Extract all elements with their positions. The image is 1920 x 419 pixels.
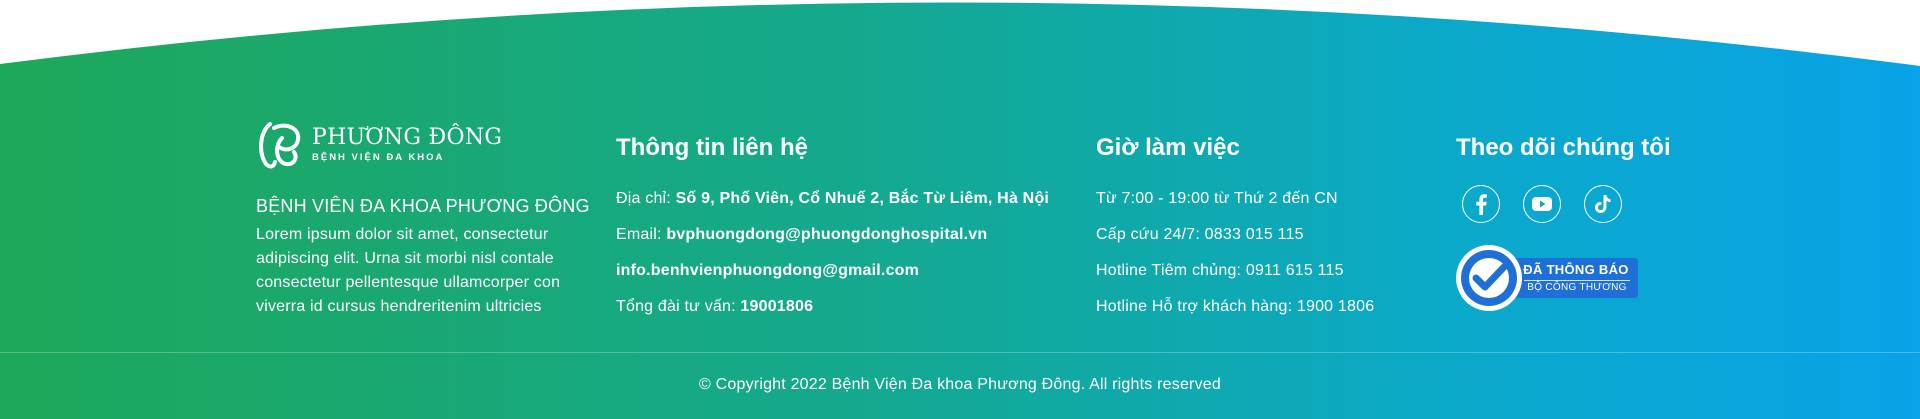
email-label: Email: xyxy=(616,226,667,243)
check-seal-icon xyxy=(1461,250,1517,306)
vaccine-hotline-line: Hotline Tiêm chủng: 0911 615 115 xyxy=(1096,262,1344,279)
logo[interactable]: PHƯƠNG ĐÔNG BỆNH VIỆN ĐA KHOA xyxy=(256,118,596,170)
address-line: Địa chỉ: Số 9, Phố Viên, Cổ Nhuế 2, Bắc … xyxy=(616,189,1049,225)
footer-divider xyxy=(0,352,1920,353)
badge-line1: ĐÃ THÔNG BÁO xyxy=(1523,262,1629,277)
social-title: Theo dõi chúng tôi xyxy=(1456,134,1671,161)
social-links xyxy=(1456,185,1671,223)
top-curve-divider xyxy=(0,0,1920,66)
brand-column: PHƯƠNG ĐÔNG BỆNH VIỆN ĐA KHOA BỆNH VIÊN … xyxy=(256,118,596,319)
copyright-text: © Copyright 2022 Bệnh Viện Đa khoa Phươn… xyxy=(699,376,1221,393)
brand-title: BỆNH VIÊN ĐA KHOA PHƯƠNG ĐÔNG xyxy=(256,196,590,216)
badge-check-seal xyxy=(1456,245,1522,311)
contact-column: Thông tin liên hệ Địa chỉ: Số 9, Phố Viê… xyxy=(616,133,1049,333)
hotline-link[interactable]: 19001806 xyxy=(740,298,813,315)
site-footer: PHƯƠNG ĐÔNG BỆNH VIỆN ĐA KHOA BỆNH VIÊN … xyxy=(0,0,1920,419)
hotline-label: Tổng đài tư vấn: xyxy=(616,298,741,315)
contact-title: Thông tin liên hệ xyxy=(616,134,808,161)
emergency-line: Cấp cứu 24/7: 0833 015 115 xyxy=(1096,226,1304,243)
bct-registered-badge[interactable]: ĐÃ THÔNG BÁO BỘ CÔNG THƯƠNG xyxy=(1456,245,1638,313)
phuong-dong-logo-icon xyxy=(259,122,301,169)
hotline-line: Tổng đài tư vấn: 19001806 xyxy=(616,297,1049,333)
logo-subtitle: BỆNH VIỆN ĐA KHOA xyxy=(312,151,445,163)
address-label: Địa chỉ: xyxy=(616,190,676,207)
logo-name: PHƯƠNG ĐÔNG xyxy=(312,124,503,150)
tiktok-icon xyxy=(1595,195,1611,213)
hours-column: Giờ làm việc Từ 7:00 - 19:00 từ Thứ 2 đế… xyxy=(1096,133,1374,333)
youtube-link[interactable] xyxy=(1523,185,1561,223)
brand-description: Lorem ipsum dolor sit amet, consectetur … xyxy=(256,226,561,315)
email-link[interactable]: bvphuongdong@phuongdonghospital.vn xyxy=(666,226,987,243)
tiktok-link[interactable] xyxy=(1584,185,1622,223)
social-column: Theo dõi chúng tôi ĐÃ THÔNG BÁO BỘ CÔNG … xyxy=(1456,133,1671,313)
youtube-icon xyxy=(1532,197,1552,211)
hours-line: Từ 7:00 - 19:00 từ Thứ 2 đến CN xyxy=(1096,190,1338,207)
badge-line2: BỘ CÔNG THƯƠNG xyxy=(1524,280,1630,293)
address-value: Số 9, Phố Viên, Cổ Nhuế 2, Bắc Từ Liêm, … xyxy=(675,190,1050,207)
email2-line: info.benhvienphuongdong@gmail.com xyxy=(616,261,1049,297)
badge-label-box: ĐÃ THÔNG BÁO BỘ CÔNG THƯƠNG xyxy=(1514,258,1638,298)
email-line: Email: bvphuongdong@phuongdonghospital.v… xyxy=(616,225,1049,261)
email2-link[interactable]: info.benhvienphuongdong@gmail.com xyxy=(616,262,919,279)
hours-title: Giờ làm việc xyxy=(1096,134,1240,161)
facebook-icon xyxy=(1476,194,1487,215)
support-hotline-line: Hotline Hỗ trợ khách hàng: 1900 1806 xyxy=(1096,298,1375,315)
facebook-link[interactable] xyxy=(1462,185,1500,223)
